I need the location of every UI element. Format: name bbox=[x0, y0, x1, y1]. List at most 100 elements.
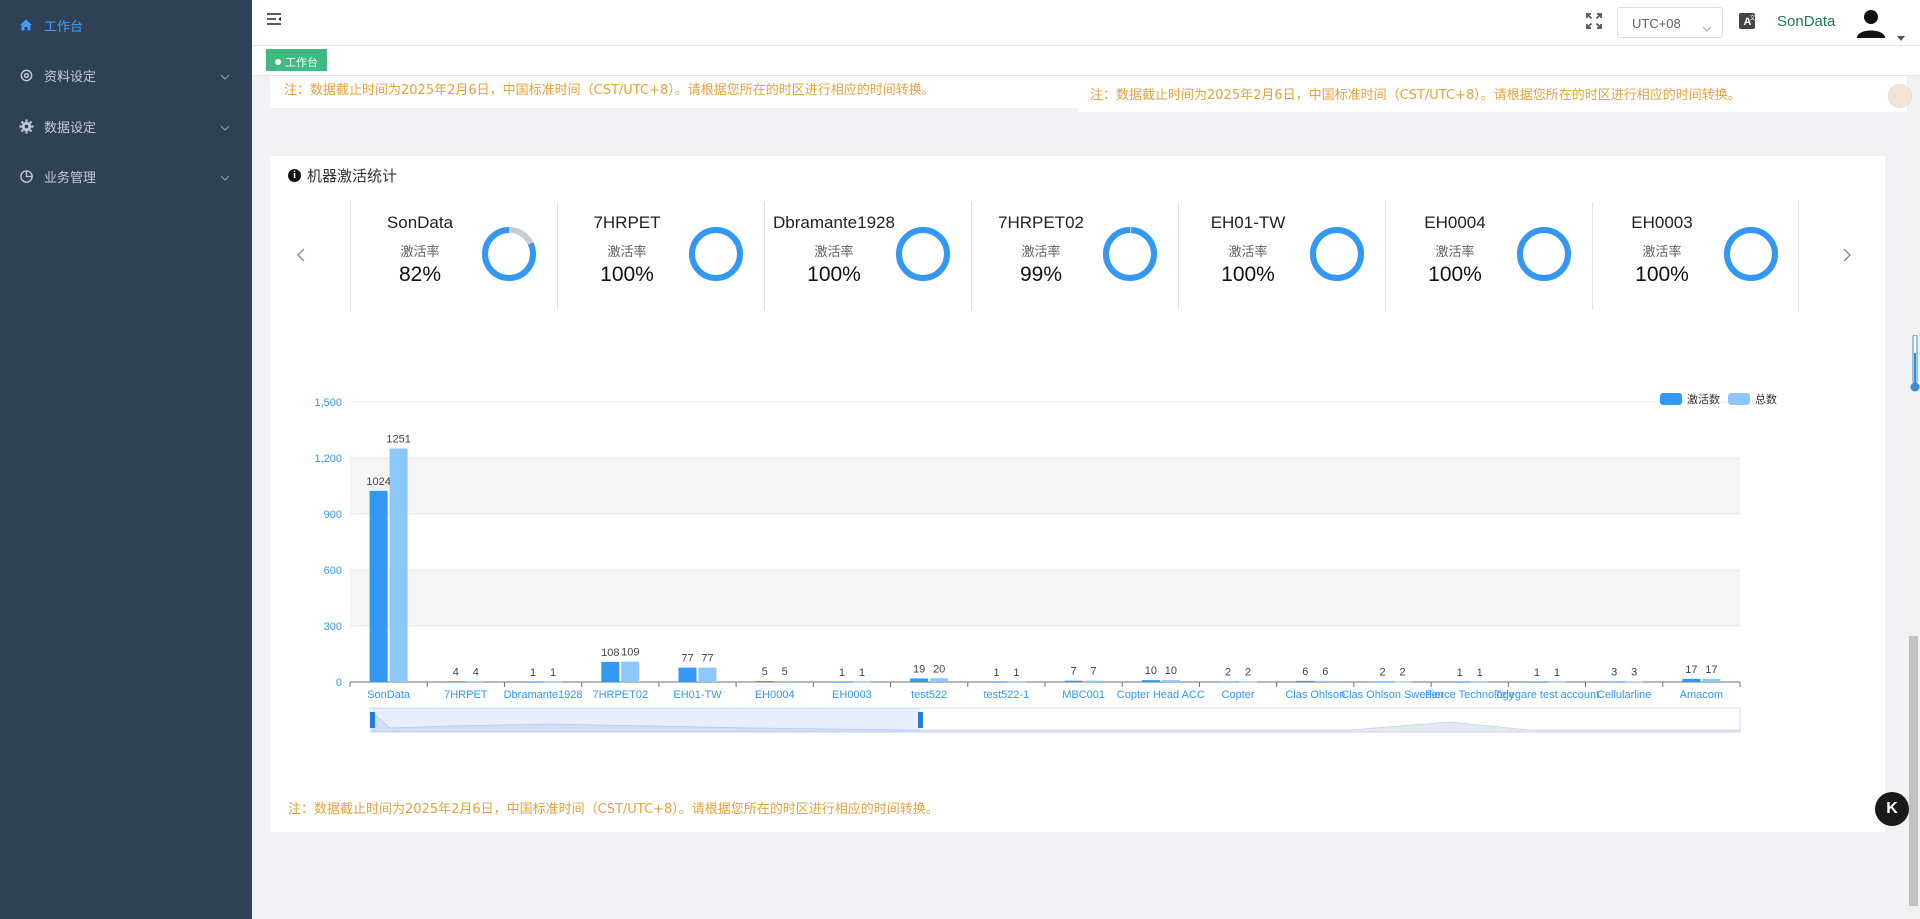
sidebar-item-label: 业务管理 bbox=[44, 170, 97, 186]
data-label: 2 bbox=[1245, 667, 1251, 679]
user-avatar-icon[interactable] bbox=[1854, 6, 1888, 45]
thermometer-slider-icon[interactable] bbox=[1910, 334, 1920, 398]
y-tick-label: 900 bbox=[324, 509, 342, 521]
y-tick-label: 600 bbox=[324, 565, 342, 577]
bar bbox=[1373, 681, 1392, 683]
bar bbox=[601, 661, 620, 682]
data-label: 1 bbox=[1457, 667, 1463, 679]
x-tick-label: EH0004 bbox=[755, 689, 795, 701]
data-label: 3 bbox=[1611, 666, 1617, 678]
settings-icon bbox=[18, 67, 34, 83]
bar bbox=[1219, 681, 1238, 683]
bar bbox=[544, 681, 563, 683]
bar bbox=[1605, 681, 1624, 683]
chevron-down-icon bbox=[220, 170, 230, 185]
grid-band bbox=[350, 458, 1740, 514]
main-content: 注：数据截止时间为2025年2月6日，中国标准时间（CST/UTC+8）。请根据… bbox=[252, 76, 1920, 919]
stat-rate-value: 82% bbox=[398, 263, 442, 286]
x-tick-label: test522-1 bbox=[983, 689, 1029, 701]
sidebar-item-business-management[interactable]: 业务管理 bbox=[0, 151, 252, 201]
stat-rate-value: 100% bbox=[807, 263, 861, 286]
stat-machine-name: 7HRPET bbox=[593, 213, 661, 232]
x-tick-label: Telegare test account bbox=[1495, 689, 1600, 701]
caret-down-icon[interactable] bbox=[1897, 28, 1905, 46]
data-label: 1 bbox=[1554, 667, 1560, 679]
stat-rate-value: 100% bbox=[600, 263, 654, 286]
donut-arc bbox=[1724, 227, 1778, 281]
assistant-avatar-icon[interactable] bbox=[1888, 84, 1912, 108]
x-tick-label: Copter Head ACC bbox=[1117, 689, 1205, 701]
sidebar-item-data-settings[interactable]: 数据设定 bbox=[0, 101, 252, 151]
sidebar-item-label: 数据设定 bbox=[44, 120, 97, 136]
bar bbox=[466, 681, 485, 683]
bar bbox=[621, 661, 640, 682]
sidebar-item-dashboard[interactable]: 工作台 bbox=[0, 0, 252, 50]
username[interactable]: SonData bbox=[1777, 13, 1835, 30]
sidebar: 工作台 资料设定 数据设定 业务管理 bbox=[0, 0, 252, 919]
data-label: 1251 bbox=[386, 433, 410, 445]
menu-fold-icon[interactable] bbox=[266, 12, 282, 31]
translate-icon[interactable]: A文 bbox=[1738, 12, 1756, 35]
tag-dashboard[interactable]: 工作台 bbox=[266, 49, 327, 71]
bar bbox=[698, 667, 717, 682]
activation-donut bbox=[1517, 227, 1571, 281]
donut-arc bbox=[689, 227, 743, 281]
chevron-down-icon bbox=[1702, 20, 1712, 35]
sidebar-item-label: 工作台 bbox=[44, 19, 84, 35]
helper-fab-icon[interactable]: K bbox=[1875, 792, 1909, 826]
bar bbox=[446, 681, 465, 683]
bar bbox=[1064, 680, 1083, 682]
carousel-prev-arrow-icon[interactable] bbox=[296, 248, 306, 267]
data-label: 108 bbox=[601, 647, 619, 659]
stat-machine-name: EH0004 bbox=[1424, 213, 1486, 232]
bar bbox=[852, 681, 871, 683]
fullscreen-icon[interactable] bbox=[1585, 12, 1603, 35]
activation-donut bbox=[689, 227, 743, 281]
stat-rate-value: 100% bbox=[1635, 263, 1689, 286]
stat-machine-name: 7HRPET02 bbox=[998, 213, 1084, 232]
x-tick-label: Copter bbox=[1222, 689, 1255, 701]
stat-rate-value: 100% bbox=[1428, 263, 1482, 286]
data-label: 1 bbox=[530, 667, 536, 679]
home-icon bbox=[18, 17, 34, 33]
data-label: 7 bbox=[1091, 666, 1097, 678]
bar bbox=[1296, 680, 1315, 682]
legend-swatch bbox=[1660, 393, 1682, 405]
gear-icon bbox=[18, 118, 34, 134]
chevron-down-icon bbox=[220, 120, 230, 135]
x-tick-label: Amacom bbox=[1680, 689, 1723, 701]
donut-arc bbox=[896, 227, 950, 281]
data-label: 77 bbox=[681, 653, 693, 665]
tag-label: 工作台 bbox=[285, 56, 318, 69]
data-label: 1 bbox=[1477, 667, 1483, 679]
pie-chart-icon bbox=[18, 168, 34, 184]
bar bbox=[1682, 678, 1701, 682]
x-tick-label: Clas Ohlson bbox=[1285, 689, 1345, 701]
donut-arc bbox=[1310, 227, 1364, 281]
activation-stat-card: Dbramante1928 激活率 100% bbox=[764, 202, 971, 310]
sidebar-item-label: 资料设定 bbox=[44, 69, 97, 85]
bar bbox=[1393, 681, 1412, 683]
carousel-next-arrow-icon[interactable] bbox=[1842, 248, 1852, 267]
card-title: i 机器激活统计 bbox=[288, 165, 397, 186]
page-scrollbar[interactable] bbox=[1907, 76, 1920, 919]
data-label: 4 bbox=[453, 666, 459, 678]
sidebar-item-profile-settings[interactable]: 资料设定 bbox=[0, 50, 252, 100]
scrollbar-thumb[interactable] bbox=[1909, 636, 1918, 906]
donut-arc bbox=[1517, 227, 1571, 281]
timezone-select[interactable]: UTC+08 bbox=[1617, 7, 1723, 38]
activation-stat-card: 7HRPET02 激活率 99% bbox=[971, 202, 1178, 310]
activation-donut bbox=[1724, 227, 1778, 281]
datazoom-selection bbox=[372, 708, 920, 732]
activation-stat-card: 7HRPET 激活率 100% bbox=[557, 202, 764, 310]
y-tick-label: 1,500 bbox=[314, 397, 342, 409]
data-label: 6 bbox=[1322, 666, 1328, 678]
bar bbox=[775, 681, 794, 682]
x-tick-label: EH01-TW bbox=[673, 689, 722, 701]
chevron-down-icon bbox=[220, 69, 230, 84]
bar bbox=[1625, 681, 1644, 683]
donut-arc bbox=[1103, 227, 1157, 281]
grid-band bbox=[350, 570, 1740, 626]
activation-bar-chart: 03006009001,2001,50010241251SonData4 47HR… bbox=[314, 392, 1777, 733]
data-cutoff-note: 注：数据截止时间为2025年2月6日，中国标准时间（CST/UTC+8）。请根据… bbox=[284, 83, 935, 98]
